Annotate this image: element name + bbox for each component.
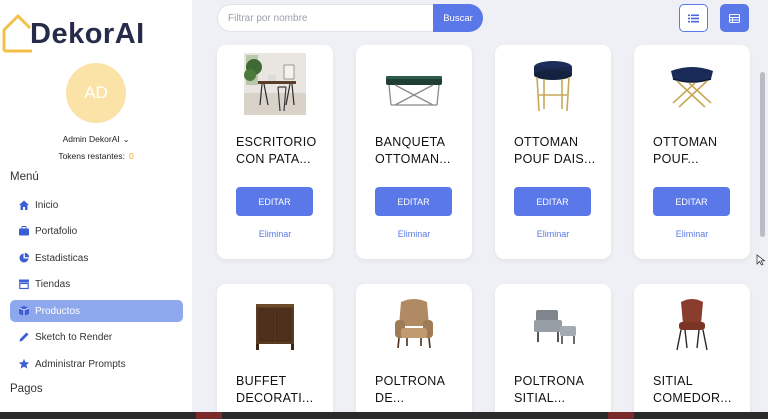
taskbar-strip: [0, 412, 768, 419]
sidebar: DekorAI AD Admin DekorAI ⌄ Tokens restant…: [0, 0, 192, 419]
delete-link[interactable]: Eliminar: [495, 229, 611, 239]
sidebar-item-label: Administrar Prompts: [35, 358, 126, 370]
ottoman-daisy-photo: [495, 53, 611, 121]
chevron-down-icon: ⌄: [122, 135, 130, 144]
tokens-count: 0: [128, 151, 134, 161]
edit-button[interactable]: EDITAR: [653, 187, 730, 216]
sidebar-item-tiendas[interactable]: Tiendas: [10, 273, 183, 295]
payments-section-label: Pagos: [10, 383, 43, 395]
grey-chair-photo: [495, 292, 611, 360]
product-title: OTTOMAN POUF...: [653, 135, 718, 166]
sidebar-item-label: Estadisticas: [35, 252, 89, 264]
product-title: OTTOMAN POUF DAIS...: [514, 135, 596, 166]
sidebar-item-estadisticas[interactable]: Estadisticas: [10, 247, 183, 269]
product-title: SITIAL COMEDOR...: [653, 374, 732, 405]
username: Admin DekorAI: [62, 134, 120, 144]
delete-link[interactable]: Eliminar: [217, 229, 333, 239]
sidebar-item-label: Sketch to Render: [35, 331, 113, 343]
briefcase-icon: [19, 226, 29, 236]
sidebar-item-inicio[interactable]: Inicio: [10, 194, 183, 216]
box-icon: [18, 306, 30, 316]
product-title: BUFFET DECORATI...: [236, 374, 314, 405]
star-icon: [18, 358, 30, 369]
menu-section-label: Menú: [10, 171, 39, 183]
user-menu[interactable]: Admin DekorAI ⌄: [0, 134, 192, 144]
product-title: POLTRONA DE...: [375, 374, 445, 405]
logo-text: DekorAI: [30, 18, 145, 50]
edit-button[interactable]: EDITAR: [514, 187, 591, 216]
product-card: ESCRITORIO CON PATA... EDITAR Eliminar: [217, 45, 333, 259]
desk-photo: [217, 53, 333, 121]
bench-photo: [356, 53, 472, 121]
armchair-photo: [356, 292, 472, 360]
pie-chart-icon: [19, 252, 30, 263]
edit-button[interactable]: EDITAR: [236, 187, 313, 216]
store-icon: [19, 279, 29, 290]
delete-link[interactable]: Eliminar: [356, 229, 472, 239]
product-title: BANQUETA OTTOMAN...: [375, 135, 451, 166]
search-button[interactable]: Buscar: [433, 4, 483, 32]
product-card: POLTRONA DE...: [356, 284, 472, 419]
ottoman-x-photo: [634, 53, 750, 121]
buffet-photo: [217, 292, 333, 360]
sidebar-item-sketch-to-render[interactable]: Sketch to Render: [10, 326, 183, 348]
avatar[interactable]: AD: [66, 63, 126, 123]
product-card: POLTRONA SITIAL...: [495, 284, 611, 419]
taskbar-segment: [608, 412, 634, 419]
mouse-cursor-icon: [756, 254, 766, 266]
product-card: SITIAL COMEDOR...: [634, 284, 750, 419]
dining-chair-photo: [634, 292, 750, 360]
product-title: POLTRONA SITIAL...: [514, 374, 584, 405]
product-title: ESCRITORIO CON PATA...: [236, 135, 317, 166]
pencil-icon: [19, 332, 29, 342]
sidebar-item-label: Inicio: [35, 199, 59, 211]
tokens-remaining: Tokens restantes: 0: [0, 151, 192, 161]
list-view-icon: [688, 14, 699, 22]
sidebar-item-administrar-prompts[interactable]: Administrar Prompts: [10, 353, 183, 375]
sidebar-item-productos[interactable]: Productos: [10, 300, 183, 322]
logo[interactable]: DekorAI: [0, 8, 192, 53]
vertical-scrollbar[interactable]: [760, 72, 765, 237]
delete-link[interactable]: Eliminar: [634, 229, 750, 239]
sidebar-item-label: Portafolio: [35, 225, 78, 237]
product-card: BUFFET DECORATI...: [217, 284, 333, 419]
product-card: BANQUETA OTTOMAN... EDITAR Eliminar: [356, 45, 472, 259]
search-bar: Buscar: [217, 4, 483, 32]
taskbar-segment: [196, 412, 222, 419]
home-icon: [19, 200, 29, 210]
sidebar-item-portafolio[interactable]: Portafolio: [10, 220, 183, 242]
tokens-label: Tokens restantes:: [58, 151, 125, 161]
list-view-button[interactable]: [679, 4, 708, 32]
edit-button[interactable]: EDITAR: [375, 187, 452, 216]
grid-view-button[interactable]: [720, 4, 749, 32]
search-input[interactable]: [217, 4, 437, 32]
grid-view-icon: [729, 13, 740, 23]
sidebar-item-label: Tiendas: [35, 278, 71, 290]
product-card: OTTOMAN POUF... EDITAR Eliminar: [634, 45, 750, 259]
product-card: OTTOMAN POUF DAIS... EDITAR Eliminar: [495, 45, 611, 259]
sidebar-item-label: Productos: [35, 305, 81, 317]
house-logo-icon: [2, 14, 32, 53]
